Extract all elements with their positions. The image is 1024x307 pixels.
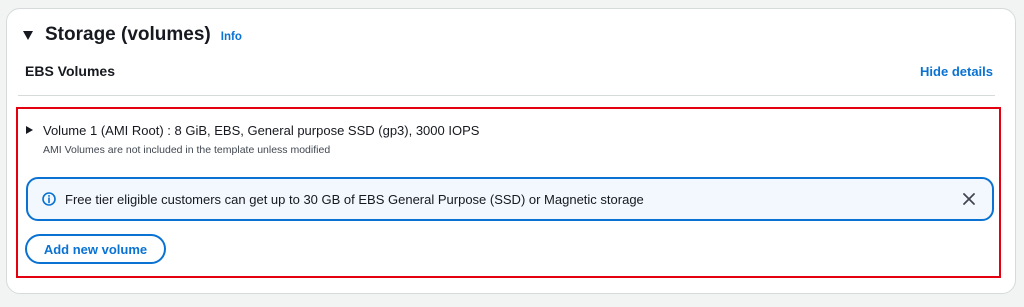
caret-right-icon[interactable]: [26, 126, 33, 134]
panel-header: Storage (volumes) Info: [23, 24, 242, 46]
info-icon: [42, 192, 56, 206]
close-icon[interactable]: [962, 192, 976, 206]
add-new-volume-button[interactable]: Add new volume: [25, 234, 166, 264]
free-tier-alert: Free tier eligible customers can get up …: [26, 177, 994, 221]
section-title: EBS Volumes: [25, 63, 115, 79]
volume-summary[interactable]: Volume 1 (AMI Root) : 8 GiB, EBS, Genera…: [43, 123, 479, 139]
caret-down-icon[interactable]: [23, 30, 33, 40]
ebs-volumes-header: EBS Volumes Hide details: [18, 52, 995, 96]
volume-expander[interactable]: Volume 1 (AMI Root) : 8 GiB, EBS, Genera…: [26, 123, 479, 139]
volume-note: AMI Volumes are not included in the temp…: [43, 144, 331, 156]
info-link[interactable]: Info: [221, 31, 242, 43]
hide-details-link[interactable]: Hide details: [920, 64, 993, 79]
alert-message: Free tier eligible customers can get up …: [65, 191, 644, 207]
panel-title[interactable]: Storage (volumes): [45, 24, 211, 46]
